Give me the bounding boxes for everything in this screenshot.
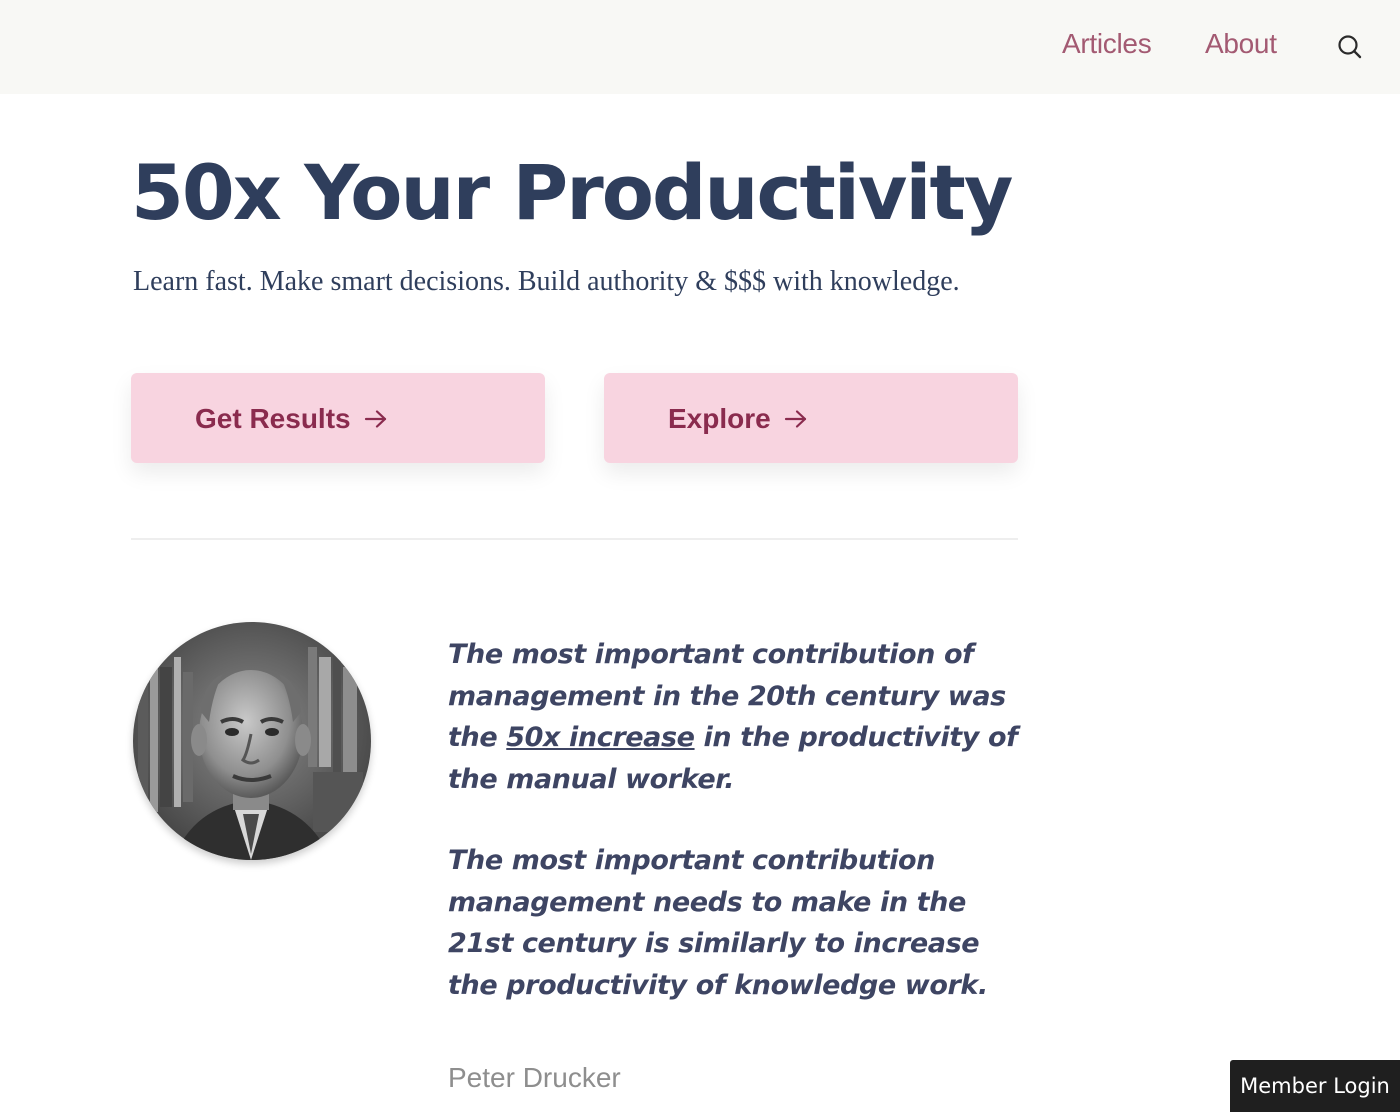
explore-button-content: Explore [668,403,809,437]
explore-label: Explore [668,403,771,434]
top-navigation-bar: Articles About [0,0,1400,94]
nav-link-about[interactable]: About [1205,28,1277,60]
get-results-label: Get Results [195,403,351,434]
explore-button[interactable]: Explore [604,373,1018,463]
get-results-button-content: Get Results [195,403,389,437]
section-divider [131,538,1018,540]
quote-paragraph-1: The most important contribution of manag… [448,634,1018,800]
quote-link-50x-increase[interactable]: 50x increase [506,722,695,753]
member-login-button[interactable]: Member Login [1230,1060,1400,1112]
get-results-button[interactable]: Get Results [131,373,545,463]
nav-link-articles[interactable]: Articles [1062,28,1152,60]
arrow-right-icon [363,405,389,437]
page-title: 50x Your Productivity [131,148,1013,237]
quote-author: Peter Drucker [448,1062,621,1093]
arrow-right-icon [783,405,809,437]
search-icon[interactable] [1336,33,1364,61]
quote-paragraph-2: The most important contribution manageme… [448,845,988,1001]
page-subtitle: Learn fast. Make smart decisions. Build … [133,266,960,297]
author-portrait [133,622,371,860]
